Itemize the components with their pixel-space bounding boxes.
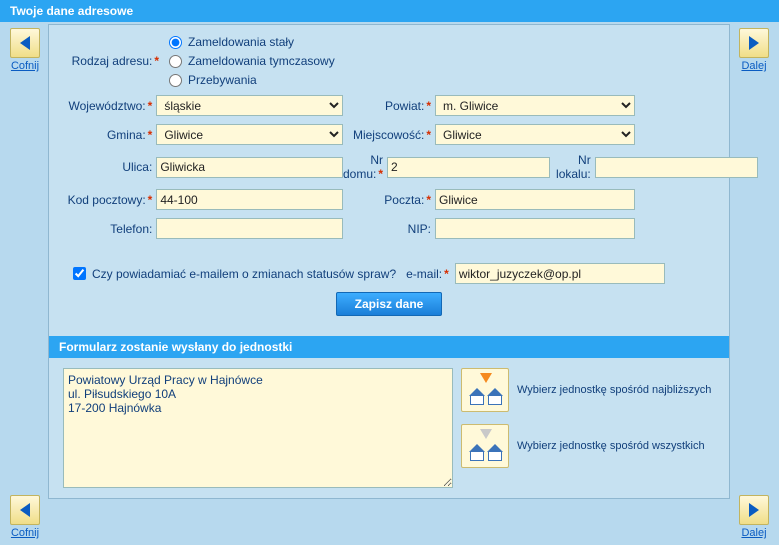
ulica-label: Ulica:: [63, 160, 156, 174]
nip-label: NIP:: [343, 222, 435, 236]
all-units-icon: [461, 424, 509, 468]
arrow-left-icon: [10, 495, 40, 525]
notify-checkbox[interactable]: [73, 267, 86, 280]
email-input[interactable]: [455, 263, 665, 284]
pick-nearest-unit[interactable]: Wybierz jednostkę spośród najbliższych: [461, 368, 715, 412]
nearest-unit-icon: [461, 368, 509, 412]
ulica-input[interactable]: [156, 157, 343, 178]
kod-input[interactable]: [156, 189, 343, 210]
nrdomu-input[interactable]: [387, 157, 550, 178]
pick-all-units[interactable]: Wybierz jednostkę spośród wszystkich: [461, 424, 715, 468]
telefon-input[interactable]: [156, 218, 343, 239]
next-label: Dalej: [735, 527, 773, 539]
back-button-top[interactable]: Cofnij: [6, 28, 44, 72]
arrow-left-icon: [10, 28, 40, 58]
unit-section-header: Formularz zostanie wysłany do jednostki: [49, 336, 729, 358]
powiat-label: Powiat:*: [343, 99, 435, 113]
next-label: Dalej: [735, 60, 773, 72]
radio-zameldowania-tymczasowy[interactable]: Zameldowania tymczasowy: [169, 54, 335, 68]
arrow-right-icon: [739, 28, 769, 58]
arrow-right-icon: [739, 495, 769, 525]
telefon-label: Telefon:: [63, 222, 156, 236]
email-label: e-mail:*: [396, 267, 449, 281]
radio-zameldowania-staly[interactable]: Zameldowania stały: [169, 35, 335, 49]
pick-nearest-label: Wybierz jednostkę spośród najbliższych: [517, 384, 711, 396]
powiat-select[interactable]: m. Gliwice: [435, 95, 635, 116]
poczta-input[interactable]: [435, 189, 635, 210]
back-label: Cofnij: [6, 60, 44, 72]
pick-all-label: Wybierz jednostkę spośród wszystkich: [517, 440, 705, 452]
miejscowosc-label: Miejscowość:*: [343, 128, 435, 142]
nrlokalu-input[interactable]: [595, 157, 758, 178]
rodzaj-adresu-label: Rodzaj adresu:*: [63, 54, 163, 68]
back-label: Cofnij: [6, 527, 44, 539]
gmina-label: Gmina:*: [63, 128, 156, 142]
back-button-bottom[interactable]: Cofnij: [6, 495, 44, 539]
unit-address-textarea[interactable]: Powiatowy Urząd Pracy w Hajnówce ul. Pił…: [63, 368, 453, 488]
nrdomu-label: Nr domu:*: [343, 153, 387, 181]
notify-label: Czy powiadamiać e-mailem o zmianach stat…: [92, 267, 396, 281]
next-button-bottom[interactable]: Dalej: [735, 495, 773, 539]
poczta-label: Poczta:*: [343, 193, 435, 207]
radio-przebywania[interactable]: Przebywania: [169, 73, 335, 87]
nip-input[interactable]: [435, 218, 635, 239]
panel-header: Twoje dane adresowe: [0, 0, 779, 22]
miejscowosc-select[interactable]: Gliwice: [435, 124, 635, 145]
form-panel: Rodzaj adresu:* Zameldowania stały Zamel…: [48, 24, 730, 499]
gmina-select[interactable]: Gliwice: [156, 124, 343, 145]
nrlokalu-label: Nr lokalu:: [550, 153, 595, 181]
kod-label: Kod pocztowy:*: [63, 193, 156, 207]
wojewodztwo-select[interactable]: śląskie: [156, 95, 343, 116]
next-button-top[interactable]: Dalej: [735, 28, 773, 72]
save-button[interactable]: Zapisz dane: [336, 292, 443, 316]
wojewodztwo-label: Województwo:*: [63, 99, 156, 113]
